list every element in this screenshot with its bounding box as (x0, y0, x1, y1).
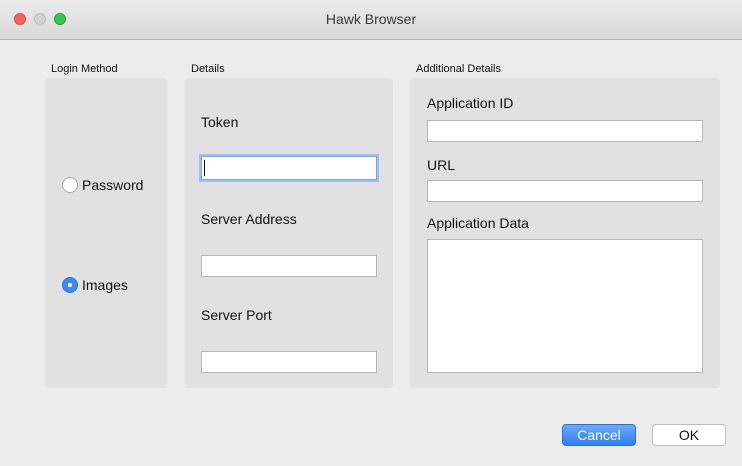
images-option-label: Images (82, 277, 128, 293)
images-option[interactable]: Images (62, 277, 128, 293)
details-label: Details (191, 63, 225, 75)
application-data-textarea[interactable] (427, 239, 703, 373)
server-port-input[interactable] (201, 351, 377, 373)
window-title: Hawk Browser (325, 11, 417, 27)
password-option-label: Password (82, 177, 144, 193)
server-address-label: Server Address (201, 211, 297, 227)
login-method-panel (45, 78, 167, 388)
password-radio[interactable] (62, 177, 78, 193)
url-label: URL (427, 157, 456, 173)
password-option[interactable]: Password (62, 177, 143, 193)
application-id-input[interactable] (427, 120, 703, 142)
window-titlebar: Hawk Browser (0, 0, 742, 40)
login-method-label: Login Method (51, 63, 118, 75)
server-port-label: Server Port (201, 307, 272, 323)
application-data-label: Application Data (427, 215, 529, 231)
ok-button[interactable]: OK (652, 424, 726, 446)
token-label: Token (201, 114, 239, 130)
images-radio[interactable] (62, 277, 78, 293)
token-input[interactable] (201, 156, 377, 180)
cancel-button[interactable]: Cancel (562, 424, 636, 446)
url-input[interactable] (427, 180, 703, 202)
server-address-input[interactable] (201, 255, 377, 277)
text-caret (204, 160, 205, 176)
additional-details-label: Additional Details (416, 63, 501, 75)
application-id-label: Application ID (427, 95, 514, 111)
